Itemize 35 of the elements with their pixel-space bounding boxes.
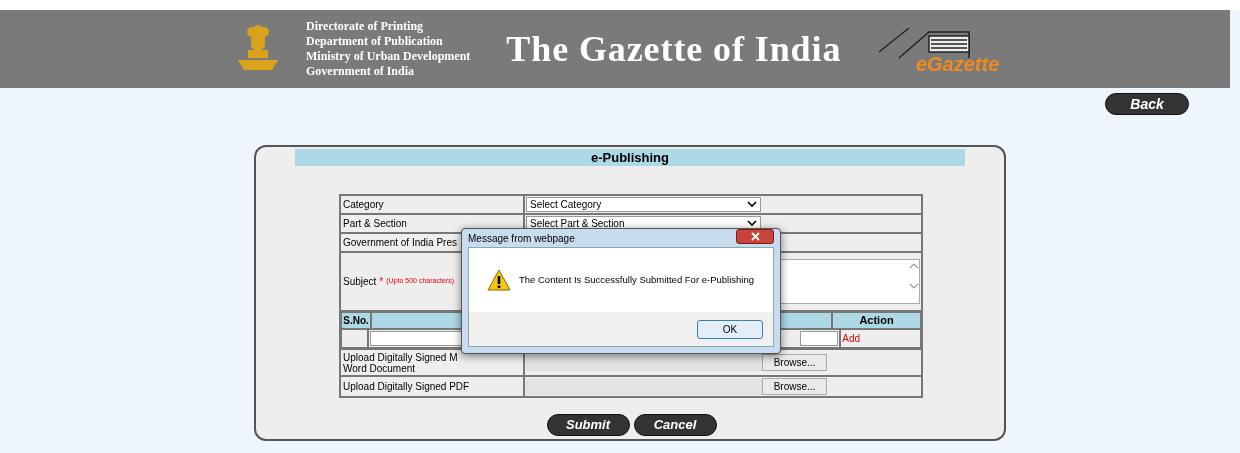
field-label: Subject xyxy=(343,275,377,289)
logo-text: eGazette xyxy=(915,54,1000,74)
field-label: Word Document xyxy=(343,362,416,374)
organization-line: Government of India xyxy=(306,64,415,79)
file-path-field[interactable] xyxy=(526,354,762,371)
browse-button[interactable]: Browse... xyxy=(762,378,827,395)
field-label: Upload Digitally Signed PDF xyxy=(343,381,470,392)
site-title: The Gazette of India xyxy=(506,28,842,71)
column-header: S.No. xyxy=(341,312,371,329)
back-button[interactable]: Back xyxy=(1105,93,1189,115)
organization-line: Ministry of Urban Development xyxy=(306,49,471,64)
field-label: Category xyxy=(343,198,384,212)
organization-line: Directorate of Printing xyxy=(306,19,425,34)
chevron-down-icon xyxy=(747,201,757,208)
chevron-down-icon xyxy=(747,220,757,227)
file-path-field[interactable] xyxy=(526,378,762,395)
field-label: Government of India Pres xyxy=(343,236,457,250)
warning-icon xyxy=(487,269,511,291)
panel-title: e-Publishing xyxy=(295,149,965,166)
dialog-message: The Content Is Successfully Submitted For e-Publishing xyxy=(519,272,754,287)
ok-button[interactable]: OK xyxy=(697,319,763,339)
dialog-title: Message from webpage xyxy=(468,231,575,246)
submit-button[interactable]: Submit xyxy=(546,414,630,436)
close-button[interactable] xyxy=(736,228,774,244)
dropdown[interactable]: Select Category xyxy=(526,197,761,212)
cancel-button[interactable]: Cancel xyxy=(633,414,717,436)
required-mark: * xyxy=(379,275,384,289)
field-label: Part & Section xyxy=(343,217,407,231)
add-link[interactable]: Add xyxy=(842,331,861,346)
close-icon xyxy=(750,231,760,241)
field-label: Upload Digitally Signed M xyxy=(343,351,458,363)
browse-button[interactable]: Browse... xyxy=(762,354,827,371)
column-header: Action xyxy=(832,312,921,329)
organization-line: Department of Publication xyxy=(306,34,444,49)
input-field[interactable] xyxy=(800,331,839,346)
